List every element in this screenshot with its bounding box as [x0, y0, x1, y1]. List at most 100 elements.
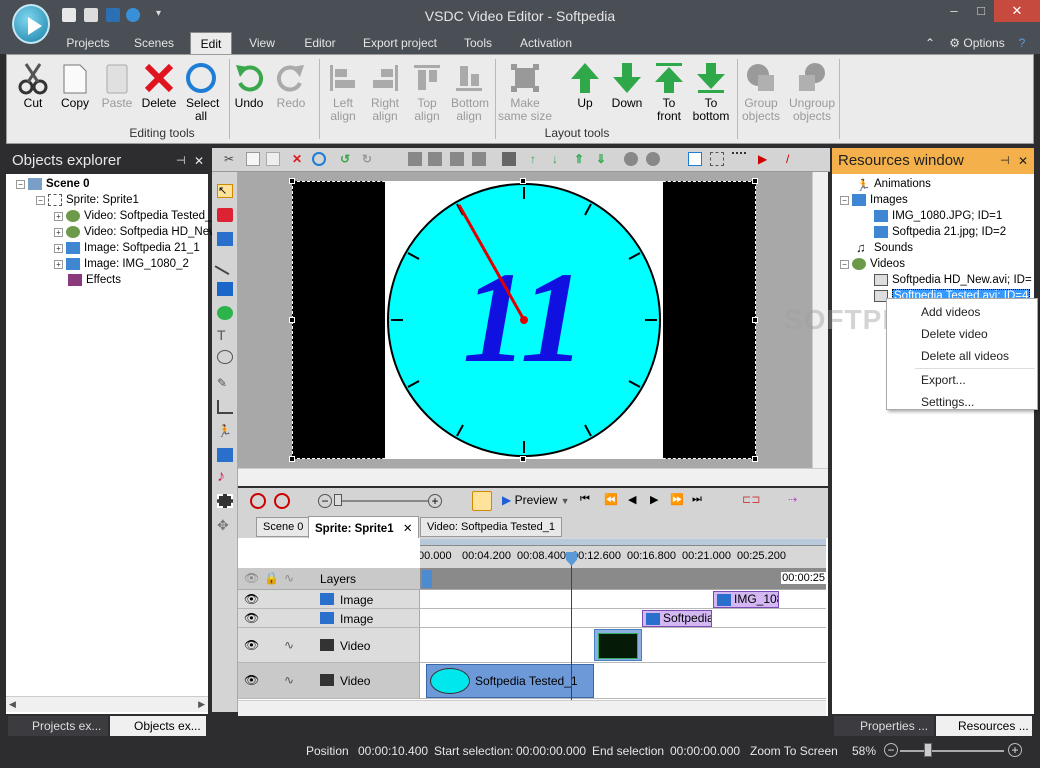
snap-icon[interactable] — [732, 152, 746, 166]
to-front-button[interactable]: To front — [647, 57, 691, 127]
to-bottom-button[interactable]: To bottom — [689, 57, 733, 127]
close-tab-icon[interactable]: ✕ — [403, 523, 413, 535]
zoom-in-icon[interactable] — [250, 493, 266, 509]
close-button[interactable]: ✕ — [994, 0, 1040, 22]
pin-icon[interactable]: ⊣ — [1000, 148, 1010, 174]
ungroup-icon[interactable] — [646, 152, 660, 166]
bottom-align-button[interactable]: Bottom align — [447, 57, 491, 127]
grid-icon[interactable] — [710, 152, 724, 166]
tab-edit[interactable]: Edit — [190, 32, 232, 54]
ellipse-icon[interactable] — [217, 306, 233, 320]
tree-item-image[interactable]: + Image: IMG_1080_2 — [54, 258, 189, 270]
tab-sprite[interactable]: Sprite: Sprite1 ✕ — [308, 516, 420, 538]
menu-item-delete-all-videos[interactable]: Delete all videos — [921, 349, 1009, 363]
zoom-out-button[interactable]: − — [884, 743, 898, 757]
paste-button[interactable]: Paste — [95, 57, 139, 127]
timeline-clip-image[interactable]: Softpedia — [642, 610, 712, 627]
copy-icon[interactable] — [246, 152, 260, 166]
add-object-icon[interactable] — [217, 208, 233, 222]
timeline-clip-video[interactable] — [594, 629, 642, 661]
resize-handle[interactable] — [752, 456, 758, 462]
menu-item-settings[interactable]: Settings... — [921, 395, 974, 409]
tree-item-video[interactable]: + Video: Softpedia HD_New — [54, 226, 217, 238]
zoom-slider[interactable] — [900, 750, 1004, 752]
tree-item-sprite[interactable]: − Sprite: Sprite1 — [36, 194, 139, 206]
visibility-eye-icon[interactable]: 👁 — [244, 673, 259, 687]
objects-horizontal-scrollbar[interactable]: ◀ ▶ — [6, 696, 208, 712]
go-to-end-icon[interactable]: ⏭ — [692, 493, 702, 506]
zoom-minus-icon[interactable]: − — [318, 494, 332, 508]
tab-scenes[interactable]: Scenes — [126, 32, 182, 54]
pen-icon[interactable]: ✎ — [217, 376, 233, 390]
up-button[interactable]: Up — [563, 57, 607, 127]
zoom-out-icon[interactable] — [274, 493, 290, 509]
copy-button[interactable]: Copy — [53, 57, 97, 127]
wand-icon[interactable]: / — [786, 152, 800, 166]
resource-video-item[interactable]: Softpedia HD_New.avi; ID= — [874, 274, 1032, 286]
menu-item-delete-video[interactable]: Delete video — [921, 327, 988, 341]
resource-videos[interactable]: − Videos — [840, 258, 905, 270]
tab-export-project[interactable]: Export project — [358, 32, 442, 54]
ungroup-objects-button[interactable]: Ungroup objects — [787, 57, 837, 127]
tree-item-effects[interactable]: Effects — [68, 274, 121, 286]
properties-tab[interactable]: Properties ... — [834, 716, 934, 736]
chart-icon[interactable] — [217, 400, 233, 414]
resource-image-item[interactable]: Softpedia 21.jpg; ID=2 — [874, 226, 1006, 238]
zoom-in-button[interactable]: + — [1008, 743, 1022, 757]
left-align-button[interactable]: Left align — [321, 57, 365, 127]
left-align-icon[interactable] — [408, 152, 422, 166]
tree-item-video[interactable]: + Video: Softpedia Tested_ — [54, 210, 211, 222]
resource-animations[interactable]: 🏃 Animations — [856, 178, 931, 192]
resource-image-item[interactable]: IMG_1080.JPG; ID=1 — [874, 210, 1002, 222]
callout-icon[interactable] — [217, 350, 233, 364]
expand-icon[interactable]: + — [54, 259, 63, 269]
next-frame-icon[interactable]: ▶ — [650, 493, 658, 506]
layer-row[interactable]: 👁 ∿ Video — [238, 628, 826, 663]
options-button[interactable]: ⚙ Options — [942, 32, 1012, 54]
expand-icon[interactable]: + — [54, 243, 63, 253]
minimize-button[interactable]: – — [940, 0, 968, 22]
top-align-button[interactable]: Top align — [405, 57, 449, 127]
resize-handle[interactable] — [289, 317, 295, 323]
help-icon[interactable]: ? — [1014, 32, 1030, 54]
fast-forward-icon[interactable]: ⏩ — [670, 493, 684, 506]
menu-item-add-videos[interactable]: Add videos — [921, 305, 980, 319]
paste-icon[interactable] — [266, 152, 280, 166]
right-align-icon[interactable] — [428, 152, 442, 166]
tab-scene-0[interactable]: Scene 0 — [256, 517, 311, 537]
projects-explorer-tab[interactable]: Projects ex... — [8, 716, 108, 736]
tab-view[interactable]: View — [240, 32, 284, 54]
tab-editor[interactable]: Editor — [292, 32, 348, 54]
pointer-icon[interactable]: ↖ — [217, 184, 233, 198]
to-bottom-icon[interactable]: ⇓ — [596, 152, 610, 166]
music-note-icon[interactable]: ♪ — [217, 469, 233, 485]
expand-icon[interactable]: + — [54, 211, 63, 221]
resources-tab[interactable]: Resources ... — [936, 716, 1032, 736]
resource-sounds[interactable]: ♫ Sounds — [856, 241, 913, 254]
tree-item-image[interactable]: + Image: Softpedia 21_1 — [54, 242, 200, 254]
timeline-range-bar[interactable]: 00:00:25 — [420, 568, 826, 590]
scroll-left-icon[interactable]: ◀ — [9, 699, 16, 710]
to-front-icon[interactable]: ⇑ — [574, 152, 588, 166]
preview-button[interactable]: ▶ Preview ▼ — [502, 493, 574, 509]
group-objects-button[interactable]: Group objects — [739, 57, 783, 127]
redo-button[interactable]: Redo — [269, 57, 313, 127]
clock-toggle-icon[interactable] — [472, 491, 492, 511]
menu-item-export[interactable]: Export... — [921, 373, 966, 387]
previous-frame-icon[interactable]: ◀ — [628, 493, 636, 506]
zoom-slider-thumb[interactable] — [924, 743, 932, 757]
tab-tools[interactable]: Tools — [456, 32, 500, 54]
range-start-marker[interactable] — [422, 570, 432, 588]
marker-icon[interactable]: ▶ — [758, 152, 772, 166]
properties-icon[interactable] — [688, 152, 702, 166]
add-layer-icon[interactable] — [217, 232, 233, 246]
undo-button[interactable]: Undo — [227, 57, 271, 127]
objects-explorer-tab[interactable]: Objects ex... — [110, 716, 206, 736]
down-arrow-icon[interactable]: ↓ — [552, 152, 566, 166]
zoom-to-screen-button[interactable]: Zoom To Screen — [750, 744, 838, 758]
scroll-right-icon[interactable]: ▶ — [198, 699, 205, 710]
close-panel-icon[interactable]: ✕ — [1018, 148, 1028, 174]
canvas-horizontal-scrollbar[interactable] — [238, 468, 828, 486]
cut-button[interactable]: Cut — [11, 57, 55, 127]
split-icon[interactable]: ⊏⊐ — [742, 493, 760, 506]
